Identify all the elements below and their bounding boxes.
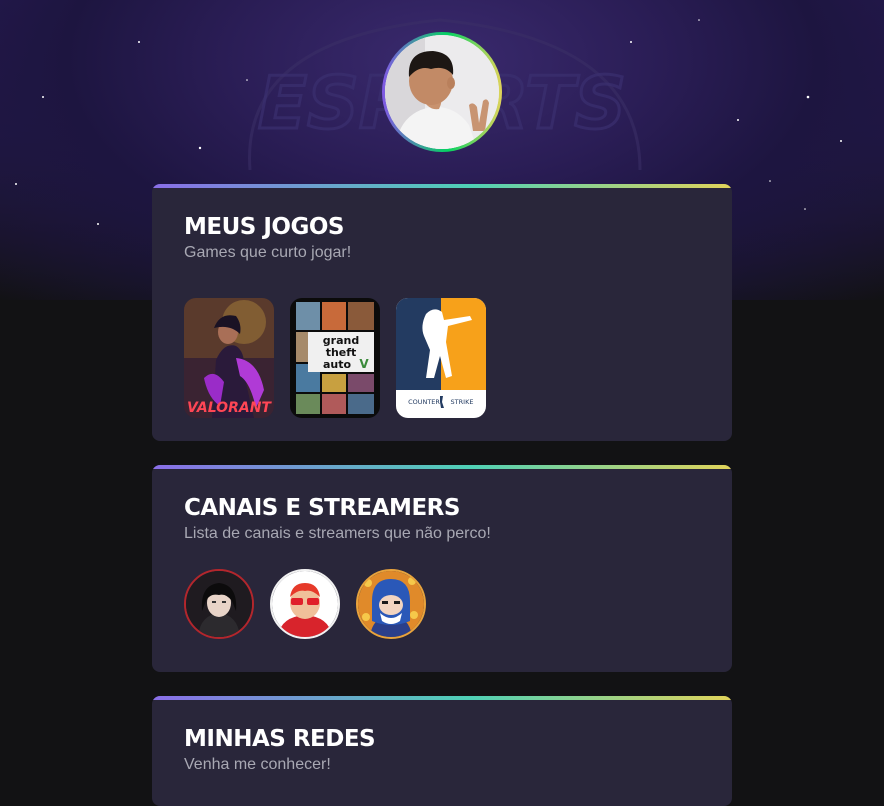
valorant-cover-icon: VALORANT: [184, 298, 274, 418]
socials-card: MINHAS REDES Venha me conhecer!: [152, 696, 732, 806]
svg-text:V: V: [359, 357, 369, 371]
svg-text:VALORANT: VALORANT: [187, 400, 272, 416]
profile-avatar[interactable]: [382, 32, 502, 152]
streamer-red-glasses-icon: [272, 571, 338, 637]
counter-strike-cover-icon: COUNTER STRIKE: [396, 298, 486, 418]
socials-subtitle: Venha me conhecer!: [184, 756, 331, 773]
streamer-avatar-3[interactable]: [356, 569, 426, 639]
streamer-dark-hair-icon: [186, 571, 252, 637]
streamers-subtitle: Lista de canais e streamers que não perc…: [184, 525, 491, 542]
game-card-valorant[interactable]: VALORANT: [184, 298, 274, 418]
streamer-avatar-2[interactable]: [270, 569, 340, 639]
streamers-list: [184, 569, 700, 639]
gta-cover-icon: grand theft auto V: [290, 298, 380, 418]
svg-text:auto: auto: [323, 358, 352, 371]
game-card-gta[interactable]: grand theft auto V: [290, 298, 380, 418]
games-list: VALORANT grand theft auto V COUNTER STRI…: [184, 298, 700, 418]
streamer-blue-mask-icon: [358, 571, 424, 637]
svg-text:COUNTER: COUNTER: [408, 398, 440, 406]
svg-text:STRIKE: STRIKE: [451, 398, 474, 406]
streamer-avatar-1[interactable]: [184, 569, 254, 639]
games-subtitle: Games que curto jogar!: [184, 244, 352, 261]
game-card-counter-strike[interactable]: COUNTER STRIKE: [396, 298, 486, 418]
streamers-card: CANAIS E STREAMERS Lista de canais e str…: [152, 465, 732, 672]
profile-photo-icon: [385, 35, 499, 149]
socials-title: MINHAS REDES: [184, 726, 376, 752]
games-title: MEUS JOGOS: [184, 214, 344, 240]
streamers-title: CANAIS E STREAMERS: [184, 495, 460, 521]
games-card: MEUS JOGOS Games que curto jogar! VALORA…: [152, 184, 732, 441]
